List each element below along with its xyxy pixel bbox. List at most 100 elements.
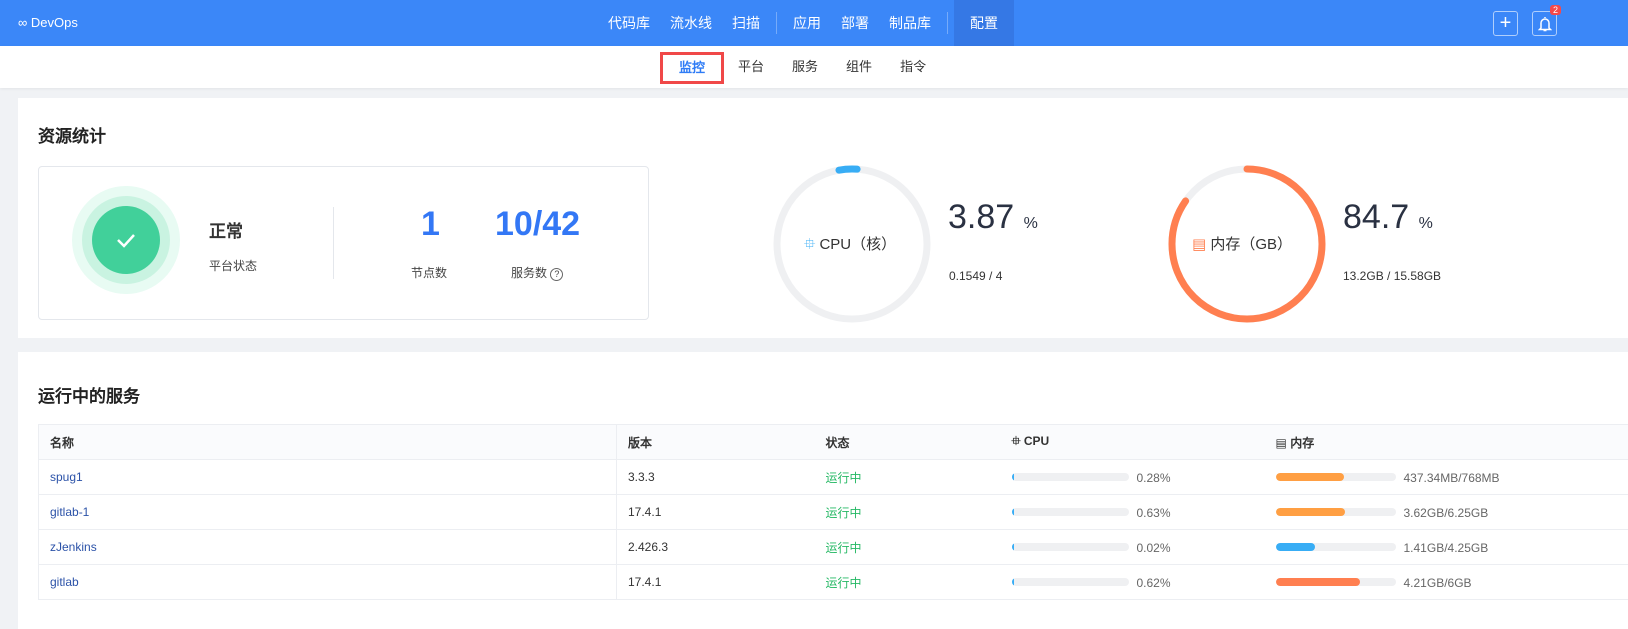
chip-icon: ⯐ — [804, 236, 816, 253]
cpu-percent: 3.87 % — [948, 198, 1038, 237]
tab-services[interactable]: 服务 — [778, 52, 832, 84]
memory-value: 4.21GB/6GB — [1403, 575, 1472, 590]
cpu-progress-bar — [1011, 508, 1129, 517]
table-row: gitlab-1 17.4.1 运行中 0.63% 3.62GB/6.25GB — [38, 494, 1628, 530]
nav-config[interactable]: 配置 — [954, 0, 1014, 46]
memory-cell: 437.34MB/768MB — [1264, 459, 1628, 495]
service-version: 17.4.1 — [616, 494, 815, 530]
col-memory-label: 内存 — [1290, 435, 1315, 450]
cpu-cell: 0.02% — [1000, 529, 1265, 565]
col-version: 版本 — [616, 424, 815, 460]
platform-stats: 正常 平台状态 1 节点数 10/42 服务数 ? — [38, 166, 649, 320]
cpu-value: 0.62% — [1136, 575, 1171, 590]
service-version: 17.4.1 — [616, 564, 815, 600]
memory-percent: 84.7 % — [1343, 198, 1433, 237]
service-version: 3.3.3 — [616, 459, 815, 495]
help-icon[interactable]: ? — [550, 268, 564, 281]
node-count: 1 — [421, 205, 440, 243]
service-name-link[interactable]: spug1 — [50, 470, 83, 484]
nav-scan[interactable]: 扫描 — [722, 0, 770, 46]
divider — [333, 207, 334, 279]
memory-progress-fill — [1275, 508, 1346, 517]
cpu-cell: 0.28% — [1000, 459, 1265, 495]
top-bar: ∞ DevOps 代码库 流水线 扫描 应用 部署 制品库 配置 + 2 — [0, 0, 1628, 46]
service-label: 服务数 ? — [511, 264, 564, 281]
memory-percent-value: 84.7 — [1343, 198, 1410, 236]
resource-card: 资源统计 正常 平台状态 1 节点数 10/42 服务数 ? ⯐ CPU（核） … — [18, 98, 1628, 338]
cpu-progress-fill — [1011, 473, 1015, 482]
cpu-percent-value: 3.87 — [948, 198, 1015, 236]
bell-icon — [1537, 16, 1552, 31]
cpu-cell: 0.62% — [1000, 564, 1265, 600]
memory-progress-fill — [1275, 578, 1360, 587]
nav-app[interactable]: 应用 — [783, 0, 831, 46]
nav-deploy[interactable]: 部署 — [831, 0, 879, 46]
nav-pipeline[interactable]: 流水线 — [660, 0, 722, 46]
tab-components[interactable]: 组件 — [832, 52, 886, 84]
memory-label: 内存（GB） — [1210, 236, 1293, 253]
memory-progress-bar — [1275, 578, 1396, 587]
cpu-progress-fill — [1011, 578, 1015, 587]
table-row: zJenkins 2.426.3 运行中 0.02% 1.41GB/4.25GB — [38, 529, 1628, 565]
memory-value: 437.34MB/768MB — [1403, 470, 1500, 485]
chip-icon: ⯐ — [1011, 433, 1021, 448]
nav-code[interactable]: 代码库 — [598, 0, 660, 46]
notification-badge: 2 — [1550, 5, 1562, 15]
col-cpu: ⯐ CPU — [1000, 424, 1265, 460]
col-name[interactable]: 名称 — [38, 424, 617, 460]
service-status: 运行中 — [814, 564, 1001, 600]
memory-cell: 1.41GB/4.25GB — [1264, 529, 1628, 565]
cpu-cell: 0.63% — [1000, 494, 1265, 530]
service-status: 运行中 — [814, 494, 1001, 530]
logo[interactable]: ∞ DevOps — [18, 15, 78, 30]
divider — [776, 12, 777, 34]
cpu-gauge-label: ⯐ CPU（核） — [804, 233, 896, 259]
memory-progress-fill — [1275, 473, 1344, 482]
service-name-link[interactable]: gitlab-1 — [50, 505, 89, 519]
memory-icon: ▤ — [1192, 236, 1207, 253]
add-button[interactable]: + — [1493, 11, 1518, 36]
cpu-value: 0.02% — [1136, 540, 1171, 555]
main-nav: 代码库 流水线 扫描 应用 部署 制品库 配置 — [598, 0, 1014, 46]
cpu-unit: % — [1023, 215, 1038, 232]
tab-commands[interactable]: 指令 — [886, 52, 940, 84]
status-value: 正常 — [209, 222, 243, 241]
memory-value: 1.41GB/4.25GB — [1403, 540, 1489, 555]
cpu-progress-bar — [1011, 473, 1129, 482]
col-status: 状态 — [814, 424, 1001, 460]
memory-unit: % — [1418, 215, 1433, 232]
memory-value: 3.62GB/6.25GB — [1403, 505, 1489, 520]
col-memory: ▤ 内存 — [1264, 424, 1628, 460]
service-name-link[interactable]: zJenkins — [50, 540, 97, 554]
memory-cell: 3.62GB/6.25GB — [1264, 494, 1628, 530]
cpu-progress-bar — [1011, 578, 1129, 587]
section-title: 运行中的服务 — [38, 387, 140, 406]
memory-progress-bar — [1275, 473, 1396, 482]
memory-progress-bar — [1275, 543, 1396, 552]
services-table: 名称 版本 状态 ⯐ CPU ▤ 内存 spug1 3.3.3 运行中 0.28… — [38, 424, 1628, 600]
cpu-progress-fill — [1011, 508, 1015, 517]
table-row: gitlab 17.4.1 运行中 0.62% 4.21GB/6GB — [38, 564, 1628, 600]
memory-progress-bar — [1275, 508, 1396, 517]
memory-gauge-label: ▤ 内存（GB） — [1192, 233, 1292, 254]
cpu-value: 0.63% — [1136, 505, 1171, 520]
tab-platform[interactable]: 平台 — [724, 52, 778, 84]
sub-nav: 监控 平台 服务 组件 指令 — [0, 46, 1628, 88]
cpu-value: 0.28% — [1136, 470, 1171, 485]
service-status: 运行中 — [814, 529, 1001, 565]
services-card: 运行中的服务 名称 版本 状态 ⯐ CPU ▤ 内存 spug1 3.3.3 运… — [18, 352, 1628, 629]
cpu-progress-bar — [1011, 543, 1129, 552]
service-status: 运行中 — [814, 459, 1001, 495]
section-title: 资源统计 — [38, 127, 106, 146]
service-label-text: 服务数 — [511, 266, 548, 280]
nav-artifact[interactable]: 制品库 — [879, 0, 941, 46]
service-count: 10/42 — [495, 205, 581, 243]
cpu-progress-fill — [1011, 543, 1015, 552]
memory-icon: ▤ — [1275, 435, 1287, 450]
table-row: spug1 3.3.3 运行中 0.28% 437.34MB/768MB — [38, 459, 1628, 495]
divider — [947, 12, 948, 34]
service-name-link[interactable]: gitlab — [50, 575, 79, 589]
memory-detail: 13.2GB / 15.58GB — [1343, 269, 1442, 283]
tab-monitor[interactable]: 监控 — [660, 52, 725, 84]
cpu-detail: 0.1549 / 4 — [949, 269, 1003, 283]
